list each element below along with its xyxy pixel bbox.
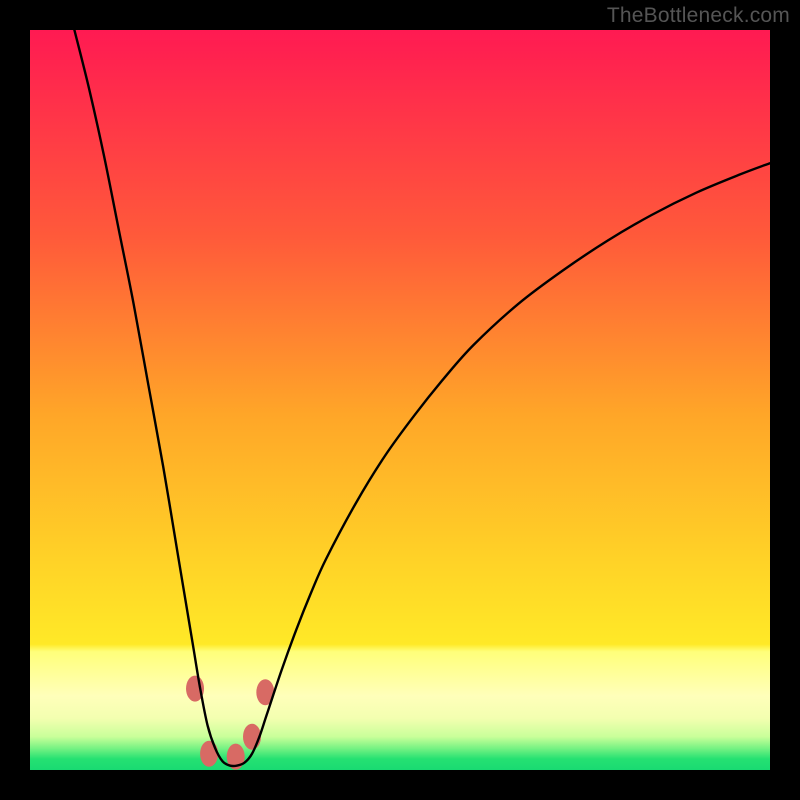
curve-layer — [30, 30, 770, 770]
outer-frame: TheBottleneck.com — [0, 0, 800, 800]
curve-marker — [200, 741, 218, 767]
bottleneck-curve — [74, 30, 770, 766]
watermark-text: TheBottleneck.com — [607, 4, 790, 28]
plot-area — [30, 30, 770, 770]
